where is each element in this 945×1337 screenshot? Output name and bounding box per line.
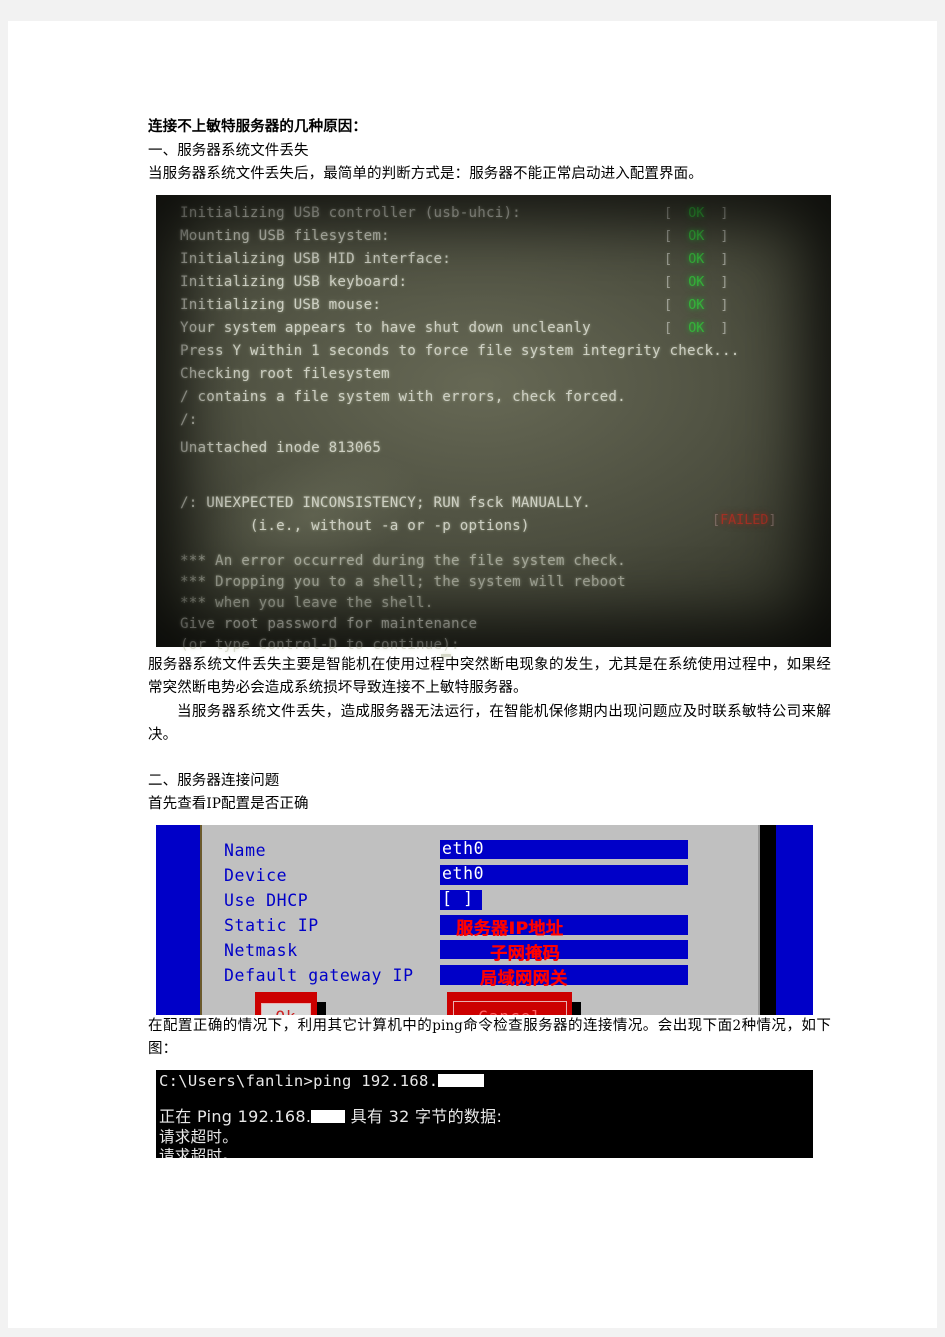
status-failed-badge: [FAILED]	[712, 512, 777, 528]
boot-line: *** when you leave the shell.	[180, 594, 434, 611]
boot-line: /: UNEXPECTED INCONSISTENCY; RUN fsck MA…	[180, 494, 591, 511]
status-ok-badge: [ OK ]	[664, 251, 729, 267]
annotation-static-ip: 服务器IP地址	[456, 918, 564, 939]
field-input-use-dhcp[interactable]: [ ]	[440, 888, 482, 910]
cmd-ping-line: 正在 Ping 192.168. 具有 32 字节的数据:	[159, 1103, 502, 1127]
field-label-gateway: Default gateway IP	[224, 965, 414, 985]
status-ok-badge: [ OK ]	[664, 205, 729, 221]
boot-line: / contains a file system with errors, ch…	[180, 388, 626, 405]
boot-line: Initializing USB controller (usb-uhci):	[180, 204, 521, 221]
section2-after: 在配置正确的情况下，利用其它计算机中的ping命令检查服务器的连接情况。会出现下…	[148, 1015, 831, 1062]
boot-line: *** An error occurred during the file sy…	[180, 552, 626, 569]
field-label-use-dhcp: Use DHCP	[224, 890, 309, 910]
annotation-gateway: 局域网网关	[480, 968, 568, 989]
section2-after-a: 在配置正确的情况下，利用其它计算机中的	[148, 1017, 433, 1034]
section1-para1: 服务器系统文件丢失主要是智能机在使用过程中突然断电现象的发生，尤其是在系统使用过…	[148, 656, 831, 697]
section2-after-b: 命令检查服务器的连接情况。会出现下面	[462, 1017, 733, 1034]
cmd-prompt-line: C:\Users\fanlin>ping 192.168.	[159, 1071, 485, 1090]
section2-lead-b: 配置是否正确	[221, 796, 309, 812]
boot-line: Unattached inode 813065	[180, 439, 382, 456]
section2-lead: 首先查看IP配置是否正确	[148, 793, 831, 817]
field-input-netmask[interactable]	[440, 939, 688, 960]
status-ok-badge: [ OK ]	[664, 228, 729, 244]
field-input-device[interactable]: eth0	[440, 863, 688, 885]
cancel-button-label: Cancel	[453, 1000, 567, 1015]
boot-line: Initializing USB HID interface:	[180, 250, 451, 267]
button-shadow	[317, 1001, 326, 1015]
field-value-use-dhcp: [ ]	[442, 888, 474, 908]
dialog-shadow	[758, 824, 776, 1015]
section2-lead-code: IP	[206, 796, 222, 812]
section2-title: 二、服务器连接问题	[148, 772, 280, 789]
figure-boot-screen: Initializing USB controller (usb-uhci): …	[156, 194, 831, 657]
annotation-netmask: 子网掩码	[490, 943, 560, 964]
section2-after-num: 2	[732, 1017, 742, 1034]
redaction-block	[311, 1109, 346, 1123]
field-value-name: eth0	[442, 838, 485, 858]
field-underline	[440, 958, 688, 960]
button-shadow	[572, 1001, 581, 1015]
field-underline	[440, 858, 688, 860]
document-heading: 连接不上敏特服务器的几种原因：	[148, 119, 367, 135]
status-ok-badge: [ OK ]	[664, 297, 729, 313]
cmd-ping-text-b: 具有 32 字节的数据:	[345, 1106, 503, 1126]
document-content: 连接不上敏特服务器的几种原因： 一、服务器系统文件丢失 当服务器系统文件丢失后，…	[148, 116, 831, 1158]
redaction-block	[438, 1073, 485, 1087]
boot-line: Give root password for maintenance	[180, 615, 478, 632]
boot-line: Your system appears to have shut down un…	[180, 319, 591, 336]
section1-title: 一、服务器系统文件丢失	[148, 142, 309, 159]
status-ok-badge: [ OK ]	[664, 274, 729, 290]
boot-line: Initializing USB mouse:	[180, 296, 382, 313]
boot-line: *** Dropping you to a shell; the system …	[180, 573, 626, 590]
status-ok-badge: [ OK ]	[664, 320, 729, 336]
ok-button[interactable]: Ok	[255, 991, 326, 1015]
boot-line: (or type Control-D to continue):	[180, 636, 469, 653]
figure-network-config: Name Device Use DHCP Static IP Netmask D…	[156, 824, 831, 1015]
boot-line: Press Y within 1 seconds to force file s…	[180, 342, 740, 359]
cmd-prompt-text: C:\Users\fanlin>ping 192.168.	[159, 1071, 439, 1090]
network-config-screen: Name Device Use DHCP Static IP Netmask D…	[156, 824, 813, 1015]
cmd-timeout-line: 请求超时。	[159, 1146, 239, 1158]
boot-line: Checking root filesystem	[180, 365, 390, 382]
cmd-ping-text-a: 正在 Ping 192.168.	[159, 1106, 312, 1126]
field-label-name: Name	[224, 840, 267, 860]
section1-lead: 当服务器系统文件丢失后，最简单的判断方式是：服务器不能正常启动进入配置界面。	[148, 166, 703, 182]
boot-line: (i.e., without -a or -p options)	[180, 517, 530, 534]
boot-line: Mounting USB filesystem:	[180, 227, 390, 244]
section2-after-code: ping	[432, 1017, 463, 1034]
ok-button-label: Ok	[261, 1002, 311, 1015]
field-label-static-ip: Static IP	[224, 915, 319, 935]
section2-lead-a: 首先查看	[148, 796, 207, 812]
network-config-dialog: Name Device Use DHCP Static IP Netmask D…	[200, 824, 760, 1015]
cancel-button[interactable]: Cancel	[447, 991, 581, 1015]
field-label-netmask: Netmask	[224, 940, 298, 960]
figure-cmd-ping: C:\Users\fanlin>ping 192.168. 正在 Ping 19…	[156, 1069, 831, 1158]
section1-para2: 当服务器系统文件丢失，造成服务器无法运行，在智能机保修期内出现问题应及时联系敏特…	[148, 703, 831, 744]
boot-line: /:	[180, 411, 198, 428]
boot-screen-photo: Initializing USB controller (usb-uhci): …	[156, 194, 831, 657]
field-label-device: Device	[224, 865, 288, 885]
field-input-name[interactable]: eth0	[440, 838, 688, 860]
field-value-device: eth0	[442, 863, 485, 883]
boot-line: Initializing USB keyboard:	[180, 273, 408, 290]
cmd-terminal: C:\Users\fanlin>ping 192.168. 正在 Ping 19…	[156, 1069, 813, 1158]
document-page: 连接不上敏特服务器的几种原因： 一、服务器系统文件丢失 当服务器系统文件丢失后，…	[8, 21, 937, 1328]
